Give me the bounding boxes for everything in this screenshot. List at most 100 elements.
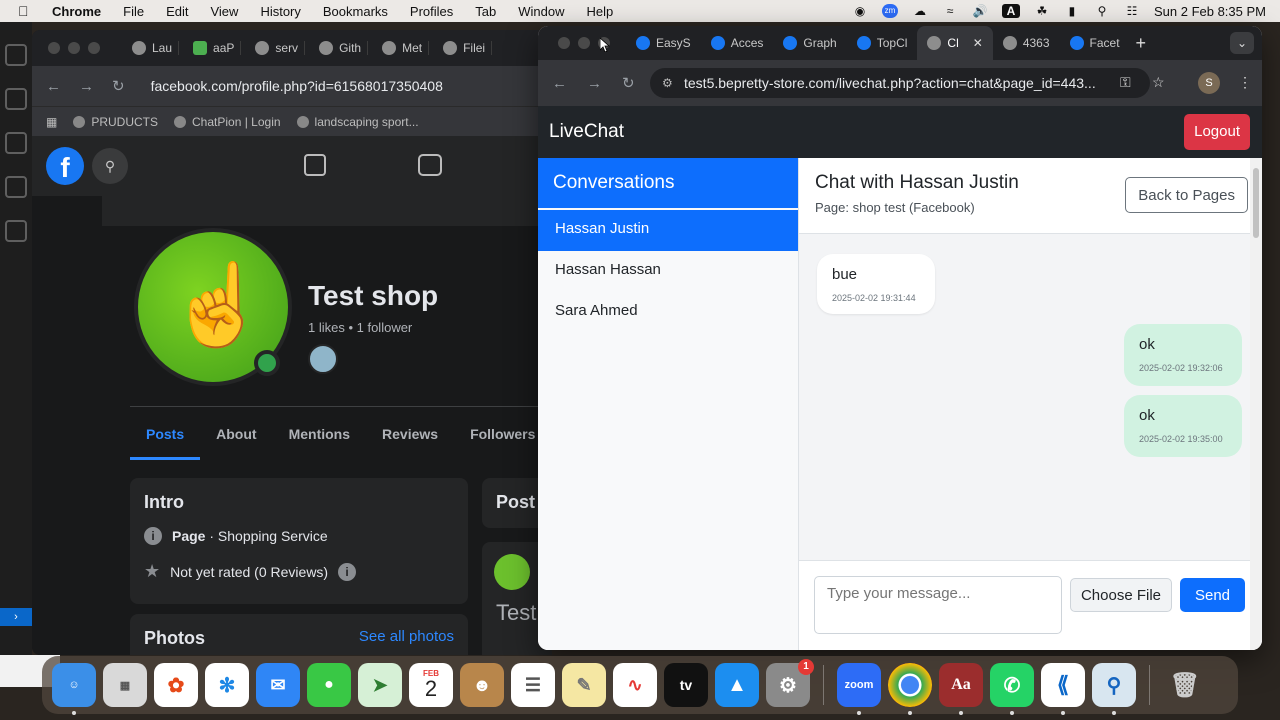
calendar-icon[interactable]: FEB 2 bbox=[409, 663, 453, 707]
follower-avatar[interactable] bbox=[308, 344, 338, 374]
menu-bookmarks[interactable]: Bookmarks bbox=[323, 4, 388, 19]
dictionary-icon[interactable]: Aa bbox=[939, 663, 983, 715]
menu-profiles[interactable]: Profiles bbox=[410, 4, 453, 19]
close-tab-icon[interactable]: ✕ bbox=[973, 36, 983, 50]
tab-about[interactable]: About bbox=[200, 416, 272, 460]
back-arrow-icon[interactable]: ← bbox=[46, 78, 61, 95]
menu-edit[interactable]: Edit bbox=[166, 4, 188, 19]
zoom-window-button[interactable] bbox=[88, 42, 100, 54]
reload-icon[interactable]: ↻ bbox=[112, 77, 125, 95]
launchpad-icon[interactable]: ▦ bbox=[103, 663, 147, 707]
livechat-brand[interactable]: LiveChat bbox=[549, 121, 624, 143]
app-store-icon[interactable]: ▲ bbox=[715, 663, 759, 707]
freeform-icon[interactable]: ∿ bbox=[613, 663, 657, 707]
battery-icon[interactable]: ▮ bbox=[1064, 4, 1080, 18]
vscode-icon[interactable]: ⟪ bbox=[1041, 663, 1085, 715]
menu-history[interactable]: History bbox=[260, 4, 300, 19]
forward-arrow-icon[interactable]: → bbox=[79, 78, 94, 95]
apple-tv-icon[interactable]: tv bbox=[664, 663, 708, 707]
safari-icon[interactable]: ✻ bbox=[205, 663, 249, 707]
new-tab-icon[interactable]: + bbox=[1136, 33, 1147, 54]
volume-icon[interactable]: 🔊 bbox=[972, 4, 988, 18]
trash-icon[interactable]: 🗑 bbox=[1163, 663, 1207, 707]
url-field[interactable]: ⚙ test5.bepretty-store.com/livechat.php?… bbox=[650, 68, 1150, 98]
whatsapp-icon[interactable]: ✆ bbox=[990, 663, 1034, 715]
back-arrow-icon[interactable]: ← bbox=[552, 75, 567, 92]
extensions-icon[interactable] bbox=[5, 220, 27, 242]
system-settings-icon[interactable]: ⚙ 1 bbox=[766, 659, 814, 707]
browser-tab[interactable]: TopCl bbox=[847, 26, 918, 60]
bookmark-item[interactable]: ChatPion | Login bbox=[174, 115, 281, 129]
reminders-icon[interactable]: ☰ bbox=[511, 663, 555, 707]
photos-icon[interactable]: ✿ bbox=[154, 663, 198, 707]
wifi-icon[interactable]: ≈ bbox=[942, 4, 958, 18]
logout-button[interactable]: Logout bbox=[1184, 114, 1250, 150]
source-control-icon[interactable] bbox=[5, 132, 27, 154]
run-debug-icon[interactable] bbox=[5, 176, 27, 198]
browser-tab[interactable]: Graph bbox=[773, 26, 846, 60]
tab-posts[interactable]: Posts bbox=[130, 416, 201, 460]
site-info-icon[interactable]: ⚙ bbox=[662, 76, 673, 90]
close-window-button[interactable] bbox=[558, 37, 570, 49]
tether-icon[interactable]: ☘ bbox=[1034, 4, 1050, 18]
finder-icon[interactable]: ☺ bbox=[52, 663, 96, 715]
minimize-window-button[interactable] bbox=[68, 42, 80, 54]
minimize-window-button[interactable] bbox=[578, 37, 590, 49]
fb-url-field[interactable]: facebook.com/profile.php?id=615680173504… bbox=[151, 78, 443, 94]
browser-tab[interactable]: Acces bbox=[701, 26, 774, 60]
bookmark-item[interactable]: PRUDUCTS bbox=[73, 115, 158, 129]
close-window-button[interactable] bbox=[48, 42, 60, 54]
fb-browser-tab[interactable]: Filei bbox=[437, 41, 493, 55]
fb-browser-tab[interactable]: Lau bbox=[126, 41, 180, 55]
chrome-icon[interactable] bbox=[888, 663, 932, 715]
menu-app-name[interactable]: Chrome bbox=[52, 4, 101, 19]
fb-browser-tab[interactable]: aaP bbox=[187, 41, 242, 55]
menubar-clock[interactable]: Sun 2 Feb 8:35 PM bbox=[1154, 4, 1266, 19]
search-icon[interactable] bbox=[5, 88, 27, 110]
back-to-pages-button[interactable]: Back to Pages bbox=[1125, 177, 1248, 213]
scrollbar-thumb[interactable] bbox=[1253, 168, 1259, 238]
rating-info-icon[interactable]: i bbox=[338, 562, 357, 581]
tab-search-chevron-icon[interactable]: ⌄ bbox=[1230, 32, 1254, 54]
tab-mentions[interactable]: Mentions bbox=[273, 416, 366, 460]
post-author-avatar[interactable] bbox=[494, 554, 530, 590]
zoom-status-icon[interactable]: zm bbox=[881, 4, 898, 18]
browser-tab[interactable]: Facet bbox=[1060, 26, 1130, 60]
mail-icon[interactable]: ✉ bbox=[256, 663, 300, 707]
send-button[interactable]: Send bbox=[1180, 578, 1245, 612]
page-stats[interactable]: 1 likes • 1 follower bbox=[308, 320, 412, 335]
forward-arrow-icon[interactable]: → bbox=[587, 75, 602, 92]
tab-reviews[interactable]: Reviews bbox=[366, 416, 454, 460]
maps-icon[interactable]: ➤ bbox=[358, 663, 402, 707]
see-all-photos-link[interactable]: See all photos bbox=[359, 628, 454, 655]
fb-search-icon[interactable]: ⚲ bbox=[92, 148, 128, 184]
quicktime-icon[interactable]: ⚲ bbox=[1092, 663, 1136, 715]
zoom-app-icon[interactable]: zoom bbox=[837, 663, 881, 715]
explorer-icon[interactable] bbox=[5, 44, 27, 66]
notes-icon[interactable]: ✎ bbox=[562, 663, 606, 707]
browser-tab[interactable]: EasyS bbox=[626, 26, 701, 60]
conversation-item[interactable]: Hassan Hassan bbox=[538, 251, 798, 292]
active-browser-tab[interactable]: Cl ✕ bbox=[917, 26, 993, 60]
home-icon[interactable] bbox=[304, 154, 326, 176]
record-icon[interactable]: ◉ bbox=[852, 4, 868, 18]
fb-browser-tab[interactable]: serv bbox=[249, 41, 306, 55]
creative-cloud-icon[interactable]: ☁ bbox=[912, 4, 928, 18]
menu-tab[interactable]: Tab bbox=[475, 4, 496, 19]
page-scrollbar[interactable] bbox=[1250, 158, 1262, 650]
apps-grid-icon[interactable]: ▦ bbox=[46, 115, 57, 129]
choose-file-button[interactable]: Choose File bbox=[1070, 578, 1172, 612]
menu-view[interactable]: View bbox=[210, 4, 238, 19]
watch-video-icon[interactable] bbox=[418, 154, 442, 176]
facebook-logo-icon[interactable]: f bbox=[46, 147, 84, 185]
chrome-menu-icon[interactable]: ⋮ bbox=[1238, 74, 1252, 91]
menu-file[interactable]: File bbox=[123, 4, 144, 19]
message-input[interactable] bbox=[814, 576, 1062, 634]
control-center-icon[interactable]: ☷ bbox=[1124, 4, 1140, 18]
messages-icon[interactable]: ● bbox=[307, 663, 351, 707]
fb-browser-tab[interactable]: Met bbox=[376, 41, 430, 55]
fb-browser-tab[interactable]: Gith bbox=[313, 41, 369, 55]
remote-indicator[interactable]: › bbox=[0, 608, 32, 626]
bookmark-star-icon[interactable]: ☆ bbox=[1152, 74, 1165, 91]
apple-menu-icon[interactable]:  bbox=[18, 3, 34, 19]
